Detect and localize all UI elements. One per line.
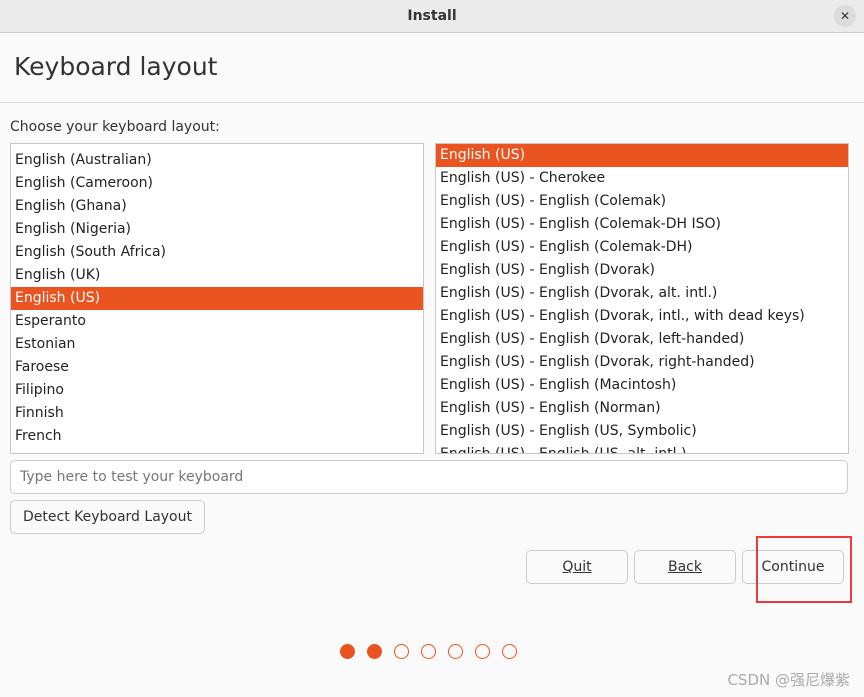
layout-prompt: Choose your keyboard layout: xyxy=(10,119,220,135)
list-item[interactable]: English (US) - English (Norman) xyxy=(436,397,848,420)
list-item[interactable]: English (US) - English (Dvorak) xyxy=(436,259,848,282)
progress-dot xyxy=(421,644,436,659)
list-item[interactable]: English (Ghana) xyxy=(11,195,423,218)
list-item[interactable]: English (US) - English (Colemak-DH) xyxy=(436,236,848,259)
list-item[interactable]: English (US) - English (Dvorak, intl., w… xyxy=(436,305,848,328)
progress-dot xyxy=(502,644,517,659)
back-button[interactable]: Back xyxy=(634,550,736,584)
list-item[interactable]: English (Australian) xyxy=(11,149,423,172)
list-item[interactable]: English (UK) xyxy=(11,264,423,287)
list-item[interactable]: English (US) - English (Dvorak, right-ha… xyxy=(436,351,848,374)
watermark: CSDN @强尼爆紫 xyxy=(727,671,850,689)
variant-list[interactable]: English (US) English (US) - Cherokee Engli… xyxy=(435,143,849,454)
list-item[interactable]: English (South Africa) xyxy=(11,241,423,264)
list-item[interactable]: English (US) - English (Macintosh) xyxy=(436,374,848,397)
list-item[interactable]: English (Nigeria) xyxy=(11,218,423,241)
page-title: Keyboard layout xyxy=(14,52,218,81)
divider xyxy=(0,102,864,103)
list-item[interactable]: English (US) - Cherokee xyxy=(436,167,848,190)
progress-dot xyxy=(394,644,409,659)
list-item[interactable]: Filipino xyxy=(11,379,423,402)
list-item[interactable]: Estonian xyxy=(11,333,423,356)
progress-dot xyxy=(367,644,382,659)
list-item[interactable]: English (US) - English (Dvorak, alt. int… xyxy=(436,282,848,305)
list-item[interactable]: English (US) - English (Colemak-DH ISO) xyxy=(436,213,848,236)
progress-dot xyxy=(340,644,355,659)
list-item[interactable]: Faroese xyxy=(11,356,423,379)
close-icon[interactable]: ✕ xyxy=(834,5,856,27)
detect-keyboard-layout-button[interactable]: Detect Keyboard Layout xyxy=(10,500,205,534)
back-label: Back xyxy=(668,559,702,575)
progress-dot xyxy=(475,644,490,659)
list-item[interactable]: French xyxy=(11,425,423,448)
list-item[interactable]: Finnish xyxy=(11,402,423,425)
list-item[interactable]: English (US) xyxy=(11,287,423,310)
layout-list[interactable]: English (Australian) English (Cameroon) En… xyxy=(10,143,424,454)
list-item[interactable]: English (US) - English (US, Symbolic) xyxy=(436,420,848,443)
quit-button[interactable]: Quit xyxy=(526,550,628,584)
list-item[interactable]: Esperanto xyxy=(11,310,423,333)
list-item[interactable]: English (Cameroon) xyxy=(11,172,423,195)
list-item[interactable]: English (US) xyxy=(436,144,848,167)
keyboard-test-input[interactable]: Type here to test your keyboard xyxy=(10,460,848,494)
list-item[interactable]: English (US) - English (Dvorak, left-han… xyxy=(436,328,848,351)
quit-label: Quit xyxy=(562,559,592,575)
highlight-box xyxy=(756,536,852,603)
progress-dot xyxy=(448,644,463,659)
window-title: Install xyxy=(407,8,457,24)
title-bar: Install ✕ xyxy=(0,0,864,33)
list-item[interactable]: English (US) - English (US, alt. intl.) xyxy=(436,443,848,453)
list-item[interactable]: English (US) - English (Colemak) xyxy=(436,190,848,213)
